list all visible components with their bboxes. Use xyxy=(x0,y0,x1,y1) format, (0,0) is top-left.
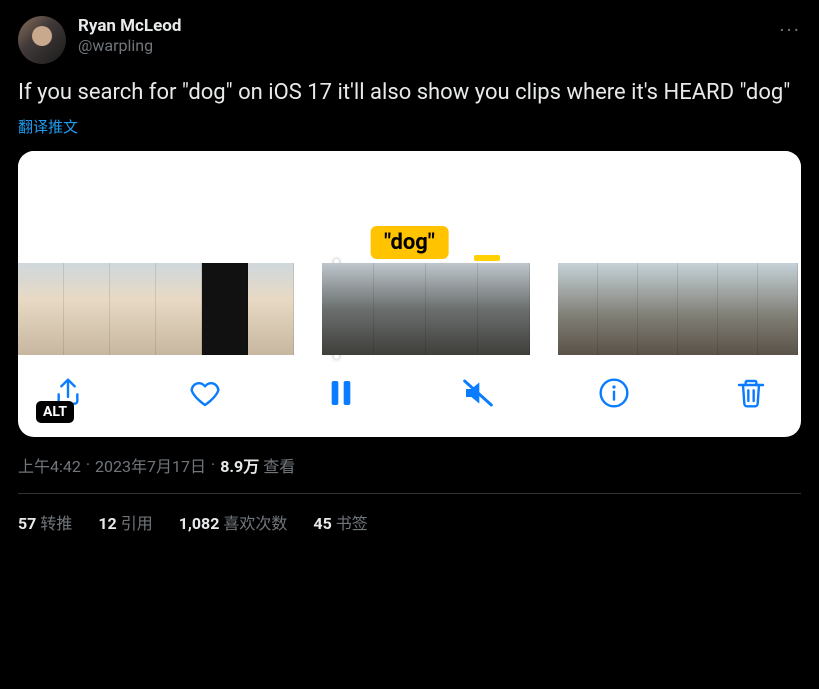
video-frame xyxy=(322,263,374,355)
retweets-label: 转推 xyxy=(40,514,72,533)
clip-group-1[interactable] xyxy=(18,263,294,355)
video-frame xyxy=(64,263,110,355)
video-frame xyxy=(248,263,294,355)
video-frame xyxy=(638,263,678,355)
video-frame xyxy=(678,263,718,355)
alt-text-button[interactable]: ALT xyxy=(36,401,74,423)
volume-muted-icon[interactable] xyxy=(462,377,494,409)
tweet-container: Ryan McLeod @warpling ··· If you search … xyxy=(0,0,819,534)
trash-icon[interactable] xyxy=(735,377,767,409)
display-name[interactable]: Ryan McLeod xyxy=(78,16,779,36)
tweet-text: If you search for "dog" on iOS 17 it'll … xyxy=(18,78,801,108)
video-scrubber-strip[interactable] xyxy=(18,263,801,355)
stat-quotes[interactable]: 12 引用 xyxy=(98,510,152,534)
info-icon[interactable] xyxy=(598,377,630,409)
retweets-count: 57 xyxy=(18,514,36,533)
media-whitespace: "dog" xyxy=(18,151,801,263)
video-frame xyxy=(202,263,248,355)
media-toolbar xyxy=(18,355,801,437)
avatar[interactable] xyxy=(18,16,66,64)
views-label: 查看 xyxy=(263,453,295,477)
tweet-meta: 上午4:42 · 2023年7月17日 · 8.9万 查看 xyxy=(18,453,801,494)
caption-badge: "dog" xyxy=(370,226,449,259)
stat-retweets[interactable]: 57转推 xyxy=(18,510,72,534)
video-frame xyxy=(478,263,530,355)
pause-icon[interactable] xyxy=(325,377,357,409)
likes-count: 1,082 xyxy=(179,514,220,533)
video-frame xyxy=(426,263,478,355)
translate-link[interactable]: 翻译推文 xyxy=(18,116,78,137)
quotes-label: 引用 xyxy=(121,514,153,533)
heart-icon[interactable] xyxy=(189,377,221,409)
media-card: "dog" xyxy=(18,151,801,437)
video-frame xyxy=(758,263,798,355)
stat-bookmarks[interactable]: 45 书签 xyxy=(313,510,367,534)
video-frame xyxy=(110,263,156,355)
clip-group-3[interactable] xyxy=(558,263,798,355)
tweet-stats: 57转推 12 引用 1,082喜欢次数 45 书签 xyxy=(18,510,801,534)
video-frame xyxy=(718,263,758,355)
match-marker xyxy=(474,255,500,261)
more-options-icon[interactable]: ··· xyxy=(779,16,801,42)
clip-group-2[interactable] xyxy=(322,263,530,355)
stat-likes[interactable]: 1,082喜欢次数 xyxy=(179,510,288,534)
quotes-count: 12 xyxy=(98,514,116,533)
bookmarks-label: 书签 xyxy=(336,514,368,533)
likes-label: 喜欢次数 xyxy=(223,514,287,533)
tweet-time[interactable]: 上午4:42 xyxy=(18,453,81,477)
video-frame xyxy=(156,263,202,355)
name-block: Ryan McLeod @warpling xyxy=(78,16,779,56)
user-handle[interactable]: @warpling xyxy=(78,36,779,55)
video-frame xyxy=(598,263,638,355)
video-frame xyxy=(18,263,64,355)
views-count[interactable]: 8.9万 xyxy=(220,453,259,477)
tweet-header: Ryan McLeod @warpling ··· xyxy=(18,16,801,64)
video-frame xyxy=(558,263,598,355)
video-frame xyxy=(374,263,426,355)
bookmarks-count: 45 xyxy=(313,514,331,533)
tweet-date[interactable]: 2023年7月17日 xyxy=(95,453,206,477)
